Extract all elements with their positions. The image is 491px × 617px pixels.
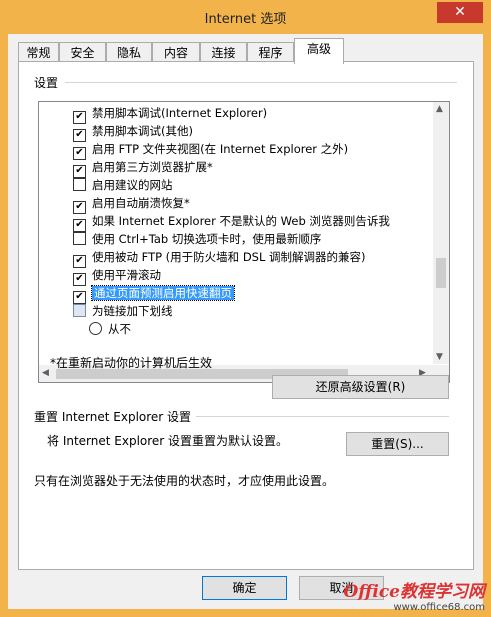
restart-note: *在重新启动你的计算机后生效 [50,356,213,370]
group-icon [73,304,86,317]
settings-item-label: 启用第三方浏览器扩展* [92,160,213,174]
settings-item-label: 禁用脚本调试(其他) [92,124,193,138]
settings-item[interactable]: ✔ 禁用脚本调试(Internet Explorer) [73,104,268,124]
settings-listbox[interactable]: ▲ ▼ ◀ ▶ ✔ 禁用脚本调试(Internet Explorer) ✔ 禁用脚本调… [38,101,450,383]
dialog-window: Internet 选项 ✕ 常规 安全 隐私 内容 连接 程序 高级 设置 ▲ … [0,0,491,617]
tab-advanced[interactable]: 高级 [294,38,344,64]
settings-item-label: 从不 [108,322,131,336]
close-button[interactable]: ✕ [437,2,483,23]
settings-item[interactable]: ✔ 如果 Internet Explorer 不是默认的 Web 浏览器则告诉我 [73,212,390,232]
dialog-client: 常规 安全 隐私 内容 连接 程序 高级 设置 ▲ ▼ ◀ ▶ ✔ 禁用脚本调试( [8,34,483,609]
vertical-scroll-thumb[interactable] [436,258,446,288]
settings-item[interactable]: ✔ 启用自动崩溃恢复* [73,194,190,214]
settings-group-label: 设置 [34,76,59,90]
watermark-url: www.office68.com [393,602,486,613]
watermark: Office教程学习网 www.office68.com [344,577,486,613]
settings-item[interactable]: ✔ 通过页面预测启用快速翻页 [73,284,235,304]
restore-advanced-settings-button[interactable]: 还原高级设置(R) [272,375,449,399]
settings-subgroup: 为链接加下划线 [73,302,173,320]
reset-button[interactable]: 重置(S)... [346,432,449,456]
tab-security[interactable]: 安全 [59,42,106,62]
reset-group-label: 重置 Internet Explorer 设置 [34,410,192,424]
tab-general[interactable]: 常规 [18,42,59,62]
tab-content[interactable]: 内容 [152,42,200,62]
scroll-down-arrow[interactable]: ▼ [436,352,443,362]
checkbox[interactable] [73,178,86,191]
reset-group-line [196,416,449,417]
vertical-scrollbar[interactable]: ▲ ▼ [433,102,449,364]
settings-item-label: 禁用脚本调试(Internet Explorer) [92,106,268,120]
reset-description: 将 Internet Explorer 设置重置为默认设置。 [47,434,289,448]
settings-item-label: 如果 Internet Explorer 不是默认的 Web 浏览器则告诉我 [92,214,390,228]
checkbox[interactable] [73,232,86,245]
scroll-up-arrow[interactable]: ▲ [436,104,443,114]
settings-item[interactable]: ✔ 启用 FTP 文件夹视图(在 Internet Explorer 之外) [73,140,349,160]
tab-programs[interactable]: 程序 [247,42,294,62]
settings-item[interactable]: 使用 Ctrl+Tab 切换选项卡时，使用最新顺序 [73,230,321,248]
settings-item-label: 使用 Ctrl+Tab 切换选项卡时，使用最新顺序 [92,232,322,246]
settings-item-label: 启用 FTP 文件夹视图(在 Internet Explorer 之外) [92,142,349,156]
scroll-left-arrow[interactable]: ◀ [42,368,49,378]
radio-button[interactable] [89,322,102,335]
settings-item[interactable]: ✔ 禁用脚本调试(其他) [73,122,193,142]
settings-item-label: 启用建议的网站 [92,178,173,192]
tab-privacy[interactable]: 隐私 [106,42,152,62]
settings-item[interactable]: ✔ 使用被动 FTP (用于防火墙和 DSL 调制解调器的兼容) [73,248,366,268]
settings-item[interactable]: ✔ 使用平滑滚动 [73,266,161,286]
settings-item-label: 使用被动 FTP (用于防火墙和 DSL 调制解调器的兼容) [92,250,366,264]
settings-group-line [65,82,457,83]
settings-item-label: 使用平滑滚动 [92,268,161,282]
watermark-logo: Office教程学习网 [343,582,486,602]
settings-item[interactable]: ✔ 启用第三方浏览器扩展* [73,158,213,178]
settings-item-label: 为链接加下划线 [92,304,173,318]
window-title: Internet 选项 [204,12,287,27]
tab-connections[interactable]: 连接 [200,42,247,62]
settings-item[interactable]: 从不 [89,320,131,338]
settings-item[interactable]: 启用建议的网站 [73,176,173,194]
title-bar[interactable]: Internet 选项 ✕ [0,0,491,34]
settings-item-label: 启用自动崩溃恢复* [92,196,190,210]
reset-note: 只有在浏览器处于无法使用的状态时，才应使用此设置。 [34,474,335,488]
settings-item-label: 通过页面预测启用快速翻页 [91,285,235,301]
ok-button[interactable]: 确定 [202,576,287,600]
